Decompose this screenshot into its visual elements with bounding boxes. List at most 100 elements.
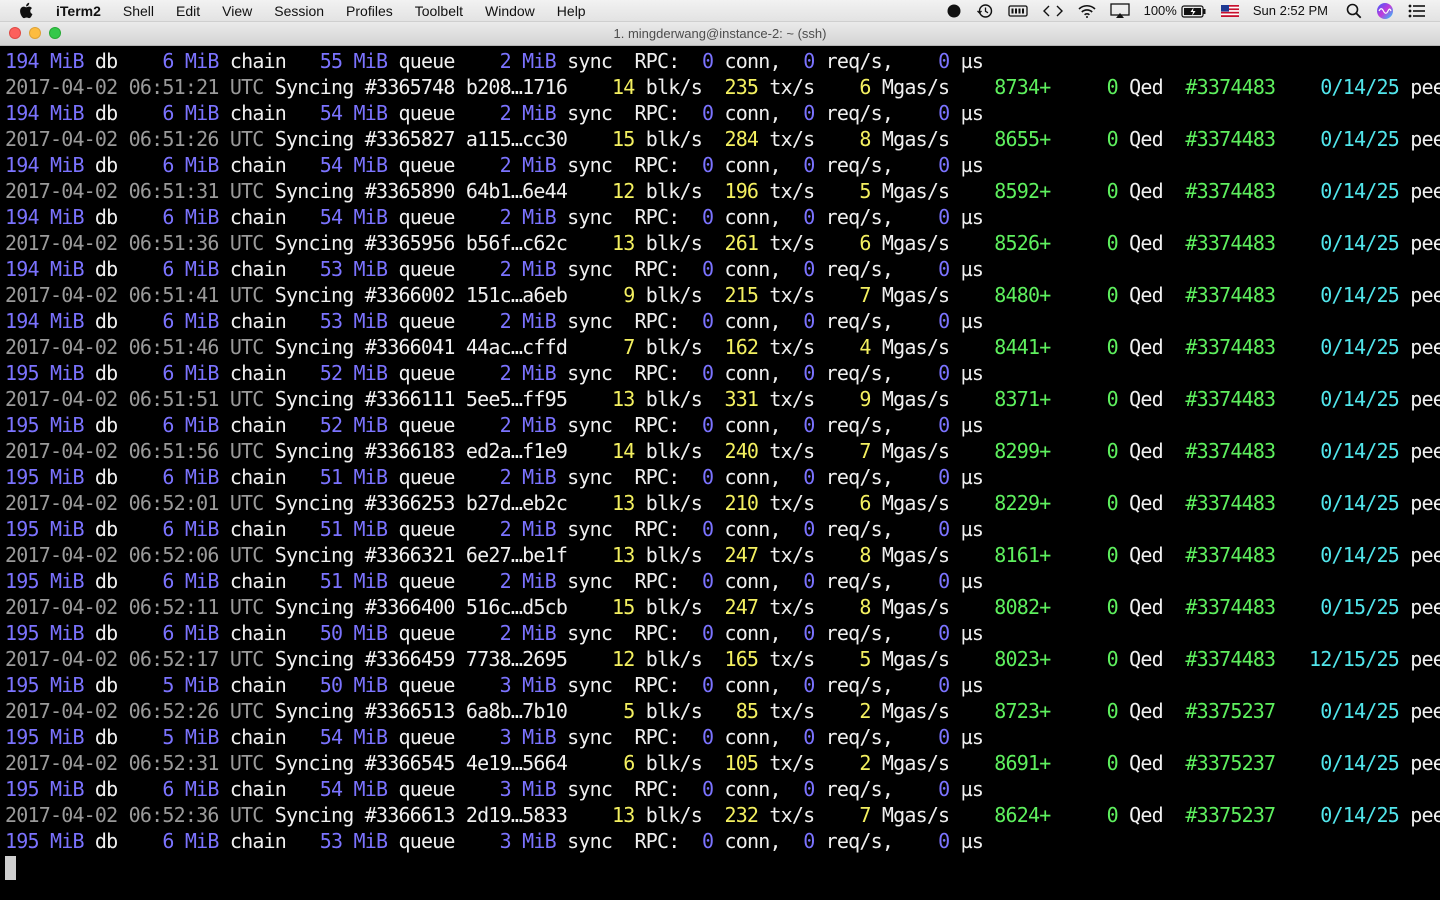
terminal-text-segment: sync RPC: xyxy=(555,777,702,801)
terminal-text-segment: 0 xyxy=(702,413,714,437)
terminal-text-segment: Qed xyxy=(1117,387,1186,411)
menu-profiles[interactable]: Profiles xyxy=(335,0,404,22)
terminal-text-segment: µs xyxy=(949,309,984,333)
terminal-text-segment: 2 MiB xyxy=(499,413,557,437)
terminal-text-segment: 0 xyxy=(803,413,815,437)
menu-clock[interactable]: Sun 2:52 PM xyxy=(1253,0,1328,22)
terminal-text-segment: µs xyxy=(949,361,984,385)
terminal-text-segment: #3374483 xyxy=(1185,283,1276,307)
terminal-text-segment: sync RPC: xyxy=(555,309,702,333)
terminal-text-segment: 6 MiB xyxy=(162,257,219,281)
terminal-text-segment: 8480+ 0 xyxy=(994,283,1118,307)
terminal-text-segment: blk/s xyxy=(634,751,725,775)
terminal-text-segment: 284 xyxy=(724,127,759,151)
terminal-text-segment: 240 xyxy=(724,439,759,463)
window-titlebar[interactable]: 1. mingderwang@instance-2: ~ (ssh) xyxy=(0,22,1440,46)
wifi-icon[interactable] xyxy=(1078,0,1096,22)
terminal-text-segment: Syncing #3366002 151c…a6eb xyxy=(263,283,624,307)
terminal-text-segment: conn, xyxy=(713,361,804,385)
terminal-text-segment: 54 MiB xyxy=(319,205,388,229)
terminal-text-segment: 0 xyxy=(803,621,815,645)
terminal-text-segment: tx/s xyxy=(758,751,860,775)
apple-icon[interactable] xyxy=(18,2,34,19)
terminal-text-segment: 2 MiB xyxy=(499,49,557,73)
terminal-text-segment: db xyxy=(83,153,163,177)
menu-window[interactable]: Window xyxy=(474,0,546,22)
terminal-line: 2017-04-02 06:51:26 UTC Syncing #3365827… xyxy=(5,126,1440,152)
terminal-text-segment: Qed xyxy=(1117,595,1186,619)
terminal-line: 195 MiB db 6 MiB chain 50 MiB queue 2 Mi… xyxy=(5,620,984,646)
siri-icon[interactable] xyxy=(1376,0,1394,22)
terminal-text-segment: 196 xyxy=(724,179,759,203)
terminal-text-segment: blk/s xyxy=(634,75,725,99)
terminal-text-segment: µs xyxy=(949,829,984,853)
terminal-text-segment: conn, xyxy=(713,829,804,853)
terminal-text-segment: 2017-04-02 06:52:17 UTC xyxy=(5,647,264,671)
terminal-text-segment: 2 MiB xyxy=(499,517,557,541)
terminal-text-segment: 0 xyxy=(702,257,714,281)
terminal-text-segment: peers xyxy=(1410,127,1440,151)
terminal-line: 195 MiB db 6 MiB chain 53 MiB queue 3 Mi… xyxy=(5,828,984,854)
notification-center-icon[interactable] xyxy=(1408,0,1426,22)
terminal-text-segment: 12 xyxy=(612,647,635,671)
terminal-line: 2017-04-02 06:52:01 UTC Syncing #3366253… xyxy=(5,490,1440,516)
terminal-text-segment: db xyxy=(83,621,163,645)
terminal-text-segment: 0 xyxy=(938,725,950,749)
code-brackets-icon[interactable] xyxy=(1042,0,1064,22)
terminal-text-segment: 52 MiB xyxy=(319,413,388,437)
menu-shell[interactable]: Shell xyxy=(112,0,165,22)
time-machine-icon[interactable] xyxy=(976,0,994,22)
terminal-text-segment: Syncing #3366183 ed2a…f1e9 xyxy=(263,439,613,463)
terminal-text-segment: 6 MiB xyxy=(162,621,219,645)
battery-percent[interactable]: 100% xyxy=(1144,0,1177,22)
terminal-text-segment: 12 xyxy=(612,179,635,203)
terminal-text-segment: Syncing #3366400 516c…d5cb xyxy=(263,595,613,619)
terminal-text-segment: req/s, xyxy=(814,101,939,125)
terminal-text-segment: #3375237 xyxy=(1185,803,1276,827)
menu-help[interactable]: Help xyxy=(546,0,597,22)
terminal-text-segment: 6 MiB xyxy=(162,569,219,593)
terminal-text-segment: 9 xyxy=(859,387,871,411)
terminal-text-segment: tx/s xyxy=(758,491,860,515)
terminal-text-segment: 8 xyxy=(859,595,871,619)
us-flag-icon[interactable] xyxy=(1220,0,1239,22)
terminal-text-segment: sync RPC: xyxy=(555,257,702,281)
record-icon[interactable] xyxy=(946,0,962,22)
terminal-text-segment: db xyxy=(83,569,163,593)
terminal-text-segment: peers xyxy=(1410,543,1440,567)
terminal-text-segment: #3374483 xyxy=(1185,387,1276,411)
terminal-text-segment: blk/s xyxy=(634,647,725,671)
terminal-text-segment: 215 xyxy=(724,283,759,307)
menu-iterm2[interactable]: iTerm2 xyxy=(54,0,112,22)
terminal-text-segment: 5 xyxy=(859,179,871,203)
terminal-text-segment: 0 xyxy=(702,777,714,801)
terminal-text-segment: peers xyxy=(1410,803,1440,827)
terminal-text-segment: chain xyxy=(218,673,320,697)
terminal-text-segment: 14 xyxy=(612,75,635,99)
menu-view[interactable]: View xyxy=(211,0,263,22)
terminal-text-segment: 0 xyxy=(803,569,815,593)
terminal-text-segment: 2017-04-02 06:52:26 UTC xyxy=(5,699,264,723)
terminal-text-segment: conn, xyxy=(713,153,804,177)
terminal-text-segment: 0/14/25 xyxy=(1320,283,1399,307)
menu-session[interactable]: Session xyxy=(263,0,335,22)
battery-charging-icon[interactable] xyxy=(1181,0,1207,22)
terminal-text-segment: peers xyxy=(1410,439,1440,463)
terminal-text-segment: 0 xyxy=(803,309,815,333)
terminal-text-segment: queue xyxy=(387,621,500,645)
terminal-text-segment: 50 MiB xyxy=(319,621,388,645)
airplay-icon[interactable] xyxy=(1109,0,1130,22)
memory-icon[interactable] xyxy=(1007,0,1028,22)
menu-toolbelt[interactable]: Toolbelt xyxy=(404,0,474,22)
menu-edit[interactable]: Edit xyxy=(165,0,211,22)
spotlight-search-icon[interactable] xyxy=(1346,0,1362,22)
terminal-output[interactable]: 194 MiB db 6 MiB chain 55 MiB queue 2 Mi… xyxy=(0,47,1440,900)
terminal-text-segment: req/s, xyxy=(814,465,939,489)
terminal-text-segment: 195 MiB xyxy=(5,829,84,853)
terminal-text-segment: 5 xyxy=(623,699,635,723)
terminal-text-segment: sync RPC: xyxy=(555,153,702,177)
